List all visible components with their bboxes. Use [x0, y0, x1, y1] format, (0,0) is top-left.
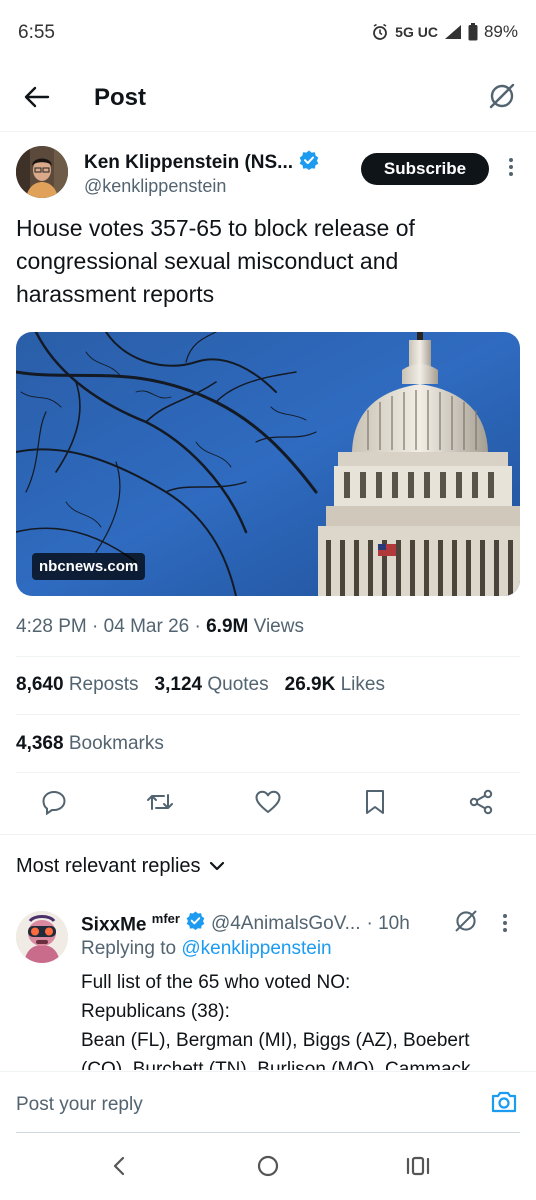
divider [16, 772, 520, 773]
divider [16, 656, 520, 657]
engagement-stats: 8,640 Reposts 3,124 Quotes 26.9K Likes [16, 674, 385, 696]
bookmark-icon [364, 789, 386, 820]
home-circle-icon [256, 1154, 280, 1183]
author-handle[interactable]: @kenklippenstein [84, 176, 226, 197]
replying-to-handle[interactable]: @kenklippenstein [181, 938, 331, 959]
status-bar: 6:55 5G UC 89% [0, 0, 536, 66]
reply-author-name-text: SixxMe [81, 914, 147, 936]
recents-icon [405, 1155, 431, 1182]
subscribe-button[interactable]: Subscribe [361, 153, 489, 185]
post-time: 4:28 PM [16, 616, 87, 637]
likes-stat[interactable]: 26.9K Likes [285, 674, 385, 696]
post-timestamp-views: 4:28 PM · 04 Mar 26 · 6.9M Views [16, 616, 304, 638]
reply-icon [41, 789, 67, 820]
reply-author-name-sup: mfer [151, 911, 180, 926]
reposts-count: 8,640 [16, 674, 64, 695]
network-label: 5G UC [395, 24, 438, 40]
likes-count: 26.9K [284, 674, 336, 695]
battery-icon [468, 23, 478, 41]
grok-icon [488, 82, 516, 115]
link-domain-label: nbcnews.com [32, 553, 146, 580]
post-author: Ken Klippenstein (NS... @kenklippenstein… [16, 146, 520, 206]
status-indicators: 5G UC 89% [371, 22, 518, 42]
reply-avatar[interactable] [16, 911, 68, 963]
status-time: 6:55 [18, 22, 55, 43]
replying-to-prefix: Replying to [81, 938, 177, 959]
views-count: 6.9M [206, 616, 249, 637]
reply-more-button[interactable] [502, 913, 508, 938]
like-button[interactable] [250, 786, 286, 822]
reply-author-handle[interactable]: @4AnimalsGoV... [211, 913, 361, 935]
alarm-icon [371, 23, 389, 41]
page-title: Post [94, 84, 147, 111]
system-back-button[interactable] [104, 1153, 134, 1183]
quotes-label: Quotes [207, 674, 269, 695]
verified-badge-icon [186, 911, 205, 936]
reply-header: SixxMe mfer @4AnimalsGoV... · 10h [81, 911, 410, 936]
post-actions [0, 786, 536, 822]
divider [16, 714, 520, 715]
bookmarks-label: Bookmarks [68, 733, 164, 754]
repost-button[interactable] [142, 786, 178, 822]
reply-text-line: (CO), Burchett (TN), Burlison (MO), Camm… [81, 1059, 471, 1070]
repost-icon [146, 789, 174, 820]
system-recents-button[interactable] [403, 1153, 433, 1183]
battery-level: 89% [483, 22, 518, 41]
bookmark-button[interactable] [357, 786, 393, 822]
post-text: House votes 357-65 to block release of c… [16, 215, 415, 307]
replying-to: Replying to @kenklippenstein [81, 938, 332, 960]
replies-sort-dropdown[interactable]: Most relevant replies [16, 855, 225, 878]
camera-button[interactable] [490, 1090, 518, 1119]
top-app-bar: Post [0, 66, 536, 132]
likes-label: Likes [340, 674, 385, 695]
reply-composer: Post your reply [0, 1071, 536, 1133]
author-avatar[interactable] [16, 146, 68, 198]
verified-badge-icon [299, 150, 319, 176]
quotes-stat[interactable]: 3,124 Quotes [155, 674, 269, 696]
reply-text-line: Full list of the 65 who voted NO: [81, 972, 351, 993]
replies-sort-label: Most relevant replies [16, 855, 201, 877]
signal-icon [444, 24, 462, 40]
share-icon [468, 789, 494, 820]
author-name[interactable]: Ken Klippenstein (NS... [84, 150, 319, 176]
back-button[interactable] [20, 82, 54, 116]
post-date: 04 Mar 26 [103, 616, 190, 637]
more-options-button[interactable] [502, 156, 520, 182]
reply-input[interactable]: Post your reply [16, 1094, 143, 1116]
reposts-stat[interactable]: 8,640 Reposts [16, 674, 139, 696]
reply-item[interactable]: SixxMe mfer @4AnimalsGoV... · 10h Replyi… [16, 905, 520, 1070]
system-home-button[interactable] [253, 1153, 283, 1183]
quotes-count: 3,124 [154, 674, 203, 695]
system-nav-bar [0, 1133, 536, 1200]
grok-icon [454, 910, 478, 937]
reply-author-name[interactable]: SixxMe mfer [81, 911, 180, 936]
link-card-image[interactable]: nbcnews.com [16, 332, 520, 596]
author-name-text: Ken Klippenstein (NS... [84, 152, 294, 173]
reposts-label: Reposts [68, 674, 139, 695]
camera-icon [490, 1091, 518, 1118]
meta-separator: · [194, 616, 207, 637]
heart-icon [255, 790, 281, 819]
chevron-left-icon [111, 1155, 127, 1182]
meta-separator: · [92, 616, 104, 637]
reply-text-line: Republicans (38): [81, 1001, 230, 1022]
views-label: Views [253, 616, 304, 637]
reply-text: Full list of the 65 who voted NO: Republ… [81, 968, 520, 1070]
grok-button[interactable] [484, 80, 520, 116]
more-vertical-icon [508, 157, 514, 182]
reply-time: · 10h [366, 912, 410, 934]
share-button[interactable] [463, 786, 499, 822]
arrow-left-icon [24, 86, 50, 113]
section-divider [0, 834, 536, 835]
reply-button[interactable] [36, 786, 72, 822]
bookmarks-count: 4,368 [16, 733, 64, 754]
reply-text-line: Bean (FL), Bergman (MI), Biggs (AZ), Boe… [81, 1030, 470, 1051]
more-vertical-icon [502, 914, 508, 937]
reply-grok-button[interactable] [454, 909, 478, 938]
bookmarks-stat[interactable]: 4,368 Bookmarks [16, 733, 164, 755]
chevron-down-icon [209, 855, 225, 878]
